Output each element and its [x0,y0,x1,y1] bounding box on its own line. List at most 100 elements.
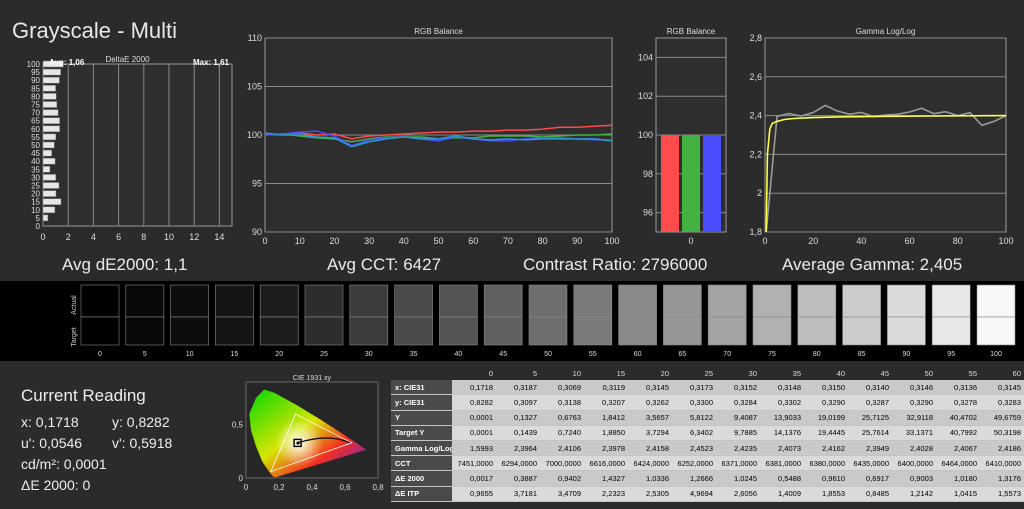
deltae-bar [42,174,57,181]
y-tick-label: 85 [31,84,40,93]
table-cell: 33,1371 [892,425,936,441]
table-row-label: CCT [391,455,452,472]
table-cell: 6435,0000 [848,455,892,472]
y-tick-label: 35 [31,165,40,174]
table-cell: 2,4106 [540,440,584,457]
actual-swatch [931,284,971,318]
strip-step-label: 65 [679,351,687,358]
x-tick-label: 0 [40,232,45,242]
strip-step-label: 100 [990,351,1002,358]
table-cell: 2,4158 [628,440,672,457]
actual-swatch [259,284,299,318]
table-row-label: Y [391,410,452,426]
table-row: y: CIE31 0,8282 0,3097 0,3138 0,3207 0,3262 0,… [391,394,1024,411]
table-row: Y 0,0001 0,1327 0,6763 1,8412 3,5657 5,8122 9,4… [391,410,1024,426]
table-cell: 0,3302 [760,394,804,411]
table-cell: 3,5657 [628,410,672,426]
table-cell: 25,7125 [848,410,892,426]
table-cell: 0,3069 [540,380,584,396]
table-cell: 0,3173 [672,380,716,396]
deltae-bar [42,182,60,189]
x-tick-label: 60 [468,236,478,246]
x-tick-label: 80 [953,236,963,246]
reading-v: v': 0,5918 [112,435,173,451]
table-cell: 0,3148 [760,380,804,396]
y-tick-label: 2,6 [749,72,762,82]
deltae-bar [42,125,60,133]
table-cell: 2,4523 [672,440,716,457]
table-cell: 6464,0000 [936,455,980,472]
deltae-bar [42,141,55,149]
deltae-bar [42,190,57,197]
table-cell: 2,6056 [716,486,760,502]
y-tick-label: 95 [252,179,262,189]
table-cell: 1,0245 [716,470,760,487]
y-tick-label: 45 [31,149,40,158]
chart-title: DeltaE 2000 [105,55,150,64]
y-tick-label: 65 [31,117,40,126]
x-tick-label: 0,2 [273,483,285,492]
target-swatch [80,316,120,346]
chart-title: RGB Balance [414,27,463,36]
deltae-bar [42,85,56,92]
table-cell: 1,5993 [452,440,496,457]
table-cell: 0,3283 [980,394,1024,411]
y-tick-label: 40 [31,157,40,166]
table-header-cell: 50 [892,366,936,381]
deltae-bar [42,117,60,124]
deltae-bar [42,101,58,108]
y-tick-label: 1,8 [749,227,762,237]
max-de-text: Max: 1,61 [193,58,230,67]
y-tick-label: 2,8 [749,33,762,43]
table-cell: 0,8282 [452,394,496,411]
table-header-cell: 60 [980,366,1024,381]
strip-step-label: 35 [410,351,418,358]
strip-actual-label: Actual [71,295,78,315]
table-cell: 0,9655 [452,486,496,502]
actual-swatch [842,284,881,318]
y-tick-label: 98 [643,169,653,179]
table-cell: 0,1439 [496,425,540,441]
table-cell: 32,9118 [892,410,936,426]
target-swatch [842,316,881,346]
target-swatch [797,316,837,346]
deltae-bar [42,157,56,165]
x-tick-label: 90 [572,236,582,246]
strip-step-label: 30 [365,351,373,358]
table-cell: 0,3146 [892,380,936,396]
table-cell: 1,8553 [804,486,848,502]
target-swatch [304,316,344,346]
table-row-label: Gamma Log/Log [391,440,452,457]
table-cell: 9,4087 [716,410,760,426]
x-tick-label: 8 [141,232,146,242]
table-cell: 0,3119 [584,380,628,396]
table-header-row: 0 5 10 15 20 25 30 35 40 45 50 55 60 [391,366,1024,381]
table-cell: 0,6917 [848,470,892,487]
table-cell: 0,3097 [496,394,540,411]
x-tick-label: 40 [399,236,409,246]
table-cell: 0,0001 [452,425,496,441]
table-cell: 6410,0000 [980,455,1024,472]
table-cell: 2,4073 [760,440,804,457]
x-tick-label: 0 [262,236,267,246]
gamma-chart: 1,8 2 2,2 2,4 2,6 2,8 0 20 40 60 80 100 Gamma Log/Lo… [749,27,1013,246]
table-cell: 1,8412 [584,410,628,426]
target-swatch [125,316,165,346]
x-tick-label: 12 [189,232,199,242]
x-tick-label: 0 [762,236,767,246]
table-cell: 0,3138 [540,394,584,411]
y-tick-label: 2 [757,188,762,198]
reading-y: y: 0,8282 [112,414,170,430]
actual-swatch [304,284,344,318]
table-cell: 9,7885 [716,425,760,441]
strip-step-label: 25 [320,351,328,358]
deltae-bar [42,133,57,141]
target-swatch [931,316,971,346]
table-header-cell [391,366,452,381]
deltae-bar [42,93,57,100]
y-tick-label: 70 [31,109,40,118]
table-cell: 3,4709 [540,486,584,502]
current-reading-title: Current Reading [21,386,146,405]
actual-swatch [215,284,254,318]
table-cell: 40,4702 [936,410,980,426]
